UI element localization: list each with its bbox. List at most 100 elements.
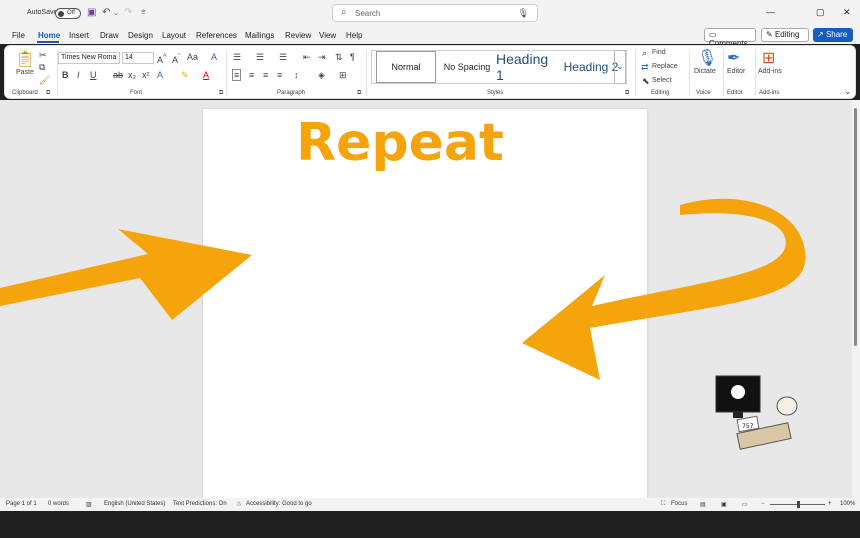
- change-case-icon[interactable]: Aa: [187, 52, 198, 62]
- increase-indent-icon[interactable]: ⇥: [318, 52, 326, 63]
- style-no-spacing[interactable]: No Spacing: [438, 51, 496, 83]
- font-color-icon[interactable]: A: [203, 70, 209, 80]
- shading-icon[interactable]: ◈: [318, 70, 325, 81]
- styles-more-icon[interactable]: ⌄: [614, 50, 626, 84]
- font-family-select[interactable]: Times New Roma: [58, 52, 120, 64]
- justify-icon[interactable]: ≡: [277, 70, 282, 80]
- find-label[interactable]: Find: [652, 49, 666, 56]
- text-effects-icon[interactable]: A: [157, 70, 163, 80]
- document-page[interactable]: [203, 109, 647, 498]
- focus-label[interactable]: Focus: [671, 501, 687, 507]
- decrease-indent-icon[interactable]: ⇤: [303, 52, 311, 63]
- paste-icon[interactable]: 📋︎: [15, 49, 35, 69]
- tab-review[interactable]: Review: [285, 31, 311, 40]
- cut-icon[interactable]: ✂: [39, 50, 47, 61]
- read-mode-icon[interactable]: ▤: [700, 501, 706, 508]
- font-size-value: 14: [125, 54, 133, 61]
- borders-icon[interactable]: ⊞: [339, 70, 347, 81]
- numbering-icon[interactable]: ☰: [256, 52, 264, 63]
- collapse-ribbon-icon[interactable]: ⌄: [844, 86, 852, 97]
- tab-mailings[interactable]: Mailings: [245, 31, 274, 40]
- redo-icon[interactable]: ↷: [124, 7, 132, 18]
- close-icon[interactable]: ✕: [843, 7, 851, 18]
- line-spacing-icon[interactable]: ↕: [294, 70, 299, 80]
- sort-icon[interactable]: ⇅: [335, 52, 343, 63]
- zoom-in-icon[interactable]: +: [828, 501, 832, 507]
- page-count[interactable]: Page 1 of 1: [6, 501, 37, 507]
- minimize-icon[interactable]: —: [766, 7, 775, 17]
- focus-icon: ⛶: [661, 501, 666, 507]
- scrollbar-thumb[interactable]: [854, 108, 857, 346]
- print-layout-icon[interactable]: ▣: [721, 501, 727, 508]
- font-launcher-icon[interactable]: ⧉: [219, 90, 223, 97]
- undo-dropdown-icon[interactable]: ⌄: [113, 9, 119, 17]
- clear-formatting-icon[interactable]: A: [211, 52, 217, 62]
- language[interactable]: English (United States): [104, 501, 165, 507]
- tab-home[interactable]: Home: [38, 31, 60, 40]
- superscript-icon[interactable]: x²: [142, 70, 150, 80]
- zoom-level[interactable]: 100%: [840, 501, 855, 507]
- select-label[interactable]: Select: [652, 77, 671, 84]
- search-box[interactable]: ⌕ Search 🎙︎: [332, 4, 538, 22]
- bold-icon[interactable]: B: [62, 70, 69, 80]
- tab-design[interactable]: Design: [128, 31, 153, 40]
- replace-label[interactable]: Replace: [652, 63, 678, 70]
- grow-font-icon[interactable]: A^: [157, 52, 167, 65]
- save-icon[interactable]: ▣: [87, 7, 96, 18]
- word-count[interactable]: 0 words: [48, 501, 69, 507]
- undo-icon[interactable]: ↶: [102, 7, 110, 18]
- restore-icon[interactable]: ▢: [816, 7, 825, 18]
- share-button[interactable]: ↗ Share: [813, 28, 853, 42]
- zoom-slider-thumb[interactable]: [797, 501, 800, 508]
- paste-label[interactable]: Paste: [16, 69, 34, 76]
- replace-icon[interactable]: ⇄: [641, 62, 649, 73]
- tab-help[interactable]: Help: [346, 31, 362, 40]
- tab-layout[interactable]: Layout: [162, 31, 186, 40]
- add-ins-icon[interactable]: ⊞: [762, 48, 775, 68]
- strikethrough-icon[interactable]: ab: [113, 70, 123, 80]
- tab-insert[interactable]: Insert: [69, 31, 89, 40]
- customize-quick-access-icon[interactable]: ⩧: [141, 7, 146, 17]
- italic-icon[interactable]: I: [77, 70, 80, 80]
- proofing-icon[interactable]: ▥: [86, 501, 92, 508]
- paragraph-launcher-icon[interactable]: ⧉: [357, 90, 361, 97]
- underline-icon[interactable]: U: [90, 70, 97, 80]
- align-left-icon[interactable]: ≡: [232, 69, 242, 81]
- text-predictions[interactable]: Text Predictions: On: [173, 501, 227, 507]
- shrink-font-icon[interactable]: Aˇ: [172, 52, 181, 65]
- microphone-icon[interactable]: 🎙︎: [518, 8, 529, 19]
- tab-file[interactable]: File: [12, 31, 25, 40]
- editor-label[interactable]: Editor: [727, 68, 745, 75]
- subscript-icon[interactable]: x₂: [128, 70, 136, 80]
- dictate-label[interactable]: Dictate: [694, 68, 716, 75]
- select-icon[interactable]: ⬉: [642, 76, 650, 87]
- highlight-icon[interactable]: ✎: [181, 70, 189, 81]
- zoom-out-icon[interactable]: −: [761, 501, 765, 507]
- styles-launcher-icon[interactable]: ⧉: [625, 90, 629, 97]
- editor-icon[interactable]: ✒: [727, 48, 740, 68]
- find-icon[interactable]: ⌕: [642, 48, 647, 59]
- editing-mode-button[interactable]: ✎ Editing: [761, 28, 809, 42]
- multilevel-list-icon[interactable]: ☰: [279, 52, 287, 63]
- format-painter-icon[interactable]: 🖌︎: [39, 75, 50, 86]
- align-center-icon[interactable]: ≡: [249, 70, 254, 80]
- accessibility-status[interactable]: Accessibility: Good to go: [246, 501, 312, 507]
- separator: [226, 50, 227, 96]
- dictate-icon[interactable]: 🎙︎: [697, 48, 717, 68]
- tab-references[interactable]: References: [196, 31, 237, 40]
- style-normal[interactable]: Normal: [376, 51, 436, 83]
- vertical-scrollbar[interactable]: [852, 100, 860, 498]
- font-size-select[interactable]: 14: [122, 52, 154, 64]
- web-layout-icon[interactable]: ▭: [742, 501, 748, 508]
- tab-draw[interactable]: Draw: [100, 31, 119, 40]
- tab-view[interactable]: View: [319, 31, 336, 40]
- copy-icon[interactable]: ⧉: [39, 62, 45, 73]
- bullets-icon[interactable]: ☰: [233, 52, 241, 63]
- comments-button[interactable]: ▭ Comments: [704, 28, 756, 48]
- show-formatting-icon[interactable]: ¶: [350, 52, 355, 62]
- add-ins-label[interactable]: Add-ins: [758, 68, 782, 75]
- autosave-toggle[interactable]: Off: [55, 8, 81, 19]
- style-heading-1[interactable]: Heading 1: [496, 51, 554, 83]
- align-right-icon[interactable]: ≡: [263, 70, 268, 80]
- clipboard-launcher-icon[interactable]: ⧉: [46, 90, 50, 97]
